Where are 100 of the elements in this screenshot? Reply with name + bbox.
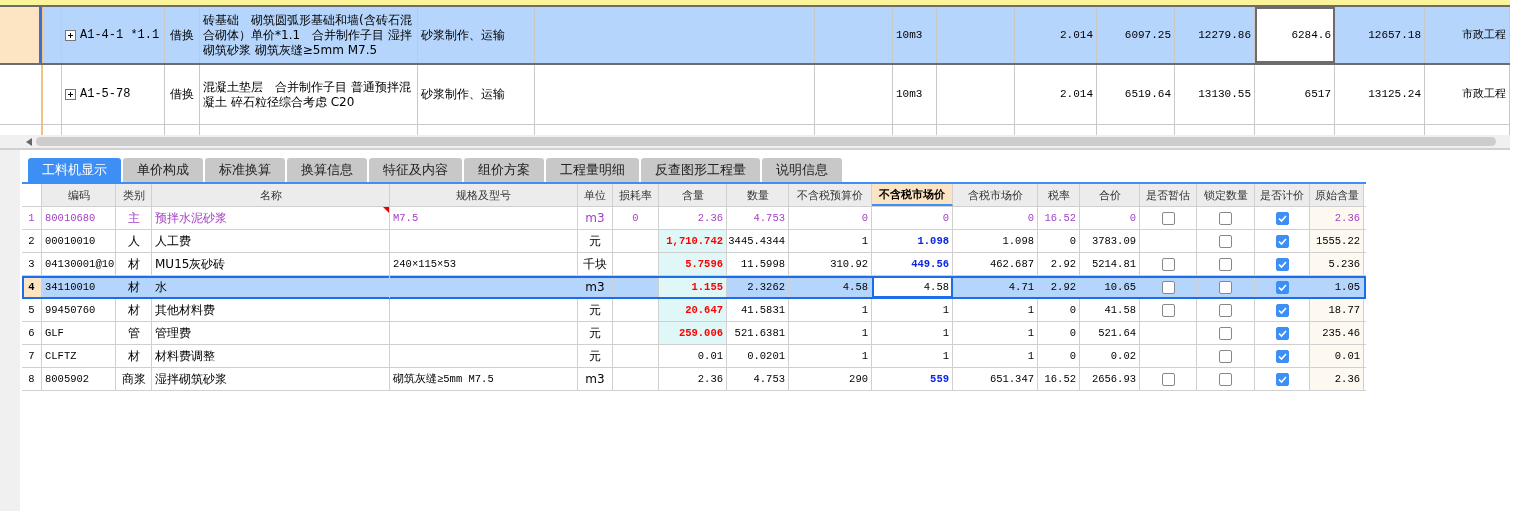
table-cell: 235.46 [1322,327,1360,339]
table-cell: 1 [861,304,868,316]
column-header[interactable]: 合价 [1080,184,1140,206]
table-cell: 449.56 [911,258,949,270]
table-cell: 10m3 [896,27,923,43]
checkbox[interactable] [1219,303,1232,317]
checkbox[interactable] [1161,211,1175,225]
column-header[interactable]: 不含税预算价 [789,184,872,206]
column-header[interactable]: 规格及型号 [390,184,578,206]
table-cell: 10m3 [896,87,923,102]
tab[interactable]: 标准换算 [205,158,285,182]
table-cell: 4.58 [842,281,868,293]
table-cell: 20.647 [685,304,723,316]
column-header[interactable]: 税率 [1038,184,1080,206]
table-cell: 材料费调整 [155,347,215,365]
checkbox[interactable] [1219,234,1232,248]
table-row[interactable]: 1 80010680 主 预拌水泥砂浆 M7.5 m3 0 2.36 4.753 0 0 0 16.52 0 2.36 [22,207,1366,230]
table-cell: 3445.4344 [728,235,785,247]
column-header[interactable]: 原始含量 [1310,184,1364,206]
table-cell: 462.687 [989,258,1034,270]
checkbox[interactable] [1219,326,1232,340]
column-header[interactable]: 是否暂估 [1140,184,1197,206]
checkbox[interactable] [1219,349,1232,363]
column-header[interactable]: 锁定数量 [1197,184,1255,206]
table-cell: 0 [1027,212,1034,224]
table-cell: m3 [585,280,605,294]
table-cell: 0 [861,212,868,224]
tab[interactable]: 工程量明细 [546,158,639,182]
checkbox[interactable] [1275,349,1289,363]
tab[interactable]: 单价构成 [123,158,203,182]
checkbox[interactable] [1161,372,1175,386]
checkbox[interactable] [1161,303,1175,317]
table-cell: 0 [1069,327,1076,339]
table-cell: 借换 [170,87,194,102]
column-header[interactable]: 编码 [42,184,116,206]
table-cell: 310.92 [830,258,868,270]
column-header[interactable]: 含税市场价 [953,184,1038,206]
table-cell: 80010680 [45,212,96,224]
checkbox[interactable] [1219,257,1232,271]
column-header[interactable]: 数量 [727,184,789,206]
table-cell: 1 [1027,304,1034,316]
column-header[interactable]: 单位 [578,184,613,206]
table-cell: 41.5831 [740,304,785,316]
table-cell: m3 [585,211,605,225]
tab[interactable]: 换算信息 [287,158,367,182]
checkbox[interactable] [1275,372,1289,386]
table-cell: 11.5998 [740,258,785,270]
expand-icon[interactable] [65,29,76,41]
table-cell: 1.155 [691,281,723,293]
column-header[interactable]: 不含税市场价 [872,184,953,206]
table-cell: 34110010 [45,281,96,293]
table-cell: 41.58 [1104,304,1136,316]
table-cell: 主 [127,209,140,227]
table-row[interactable]: 7 CLFTZ 材 材料费调整 元 0.01 0.0201 1 1 1 0 0.02 0.01 [22,345,1366,368]
table-cell: 2.92 [1050,281,1076,293]
checkbox[interactable] [1275,257,1289,271]
table-row[interactable]: 4 34110010 材 水 m3 1.155 2.3262 4.58 4.58 4.71 2.92 10.65 1.05 [22,276,1366,299]
table-cell: 6097.25 [1124,27,1171,43]
table-row[interactable]: 6 GLF 管 管理费 元 259.006 521.6381 1 1 1 0 521.64 235.46 [22,322,1366,345]
checkbox[interactable] [1275,303,1289,317]
table-cell: 3783.09 [1091,235,1136,247]
table-row[interactable]: 2 00010010 人 人工费 元 1,710.742 3445.4344 1 1.098 1.098 0 3783.09 1555.22 [22,230,1366,253]
expand-icon[interactable] [65,89,76,100]
column-header[interactable]: 损耗率 [613,184,659,206]
table-row[interactable]: A1-4-1 *1.1 借换 砖基础 砌筑圆弧形基础和墙(含砖石混合砌体）单价*1.1 合并制作子目 湿拌砌筑砂浆 砌筑灰缝≥5mm M7.5 砂浆制作、运输 10m3 2.014 6097.25 12279.86 6284.6 12657.18 市政工程 [0,5,1510,65]
tab[interactable]: 反查图形工程量 [641,158,760,182]
table-cell: 2.92 [1050,258,1076,270]
checkbox[interactable] [1161,280,1175,294]
checkbox[interactable] [1275,211,1289,225]
checkbox[interactable] [1219,211,1232,225]
column-header[interactable]: 是否计价 [1255,184,1310,206]
table-cell-text: 混凝土垫层 合并制作子目 普通预拌混凝土 碎石粒径综合考虑 C20 [203,79,412,110]
table-row[interactable]: 8 8005902 商浆 湿拌砌筑砂浆 砌筑灰缝≥5mm M7.5 m3 2.36 4.753 290 559 651.347 16.52 2656.93 2.36 [22,368,1366,391]
checkbox[interactable] [1161,257,1175,271]
table-cell: 8005902 [45,373,90,385]
checkbox[interactable] [1275,234,1289,248]
table-cell: 5214.81 [1091,258,1136,270]
scroll-left-icon[interactable] [26,137,32,146]
tab[interactable]: 说明信息 [762,158,842,182]
tab[interactable]: 组价方案 [464,158,544,182]
checkbox[interactable] [1219,280,1232,294]
horizontal-scrollbar[interactable] [0,135,1510,150]
table-cell: 水 [155,278,167,296]
checkbox[interactable] [1219,372,1232,386]
column-header[interactable]: 类别 [116,184,152,206]
column-header[interactable]: 含量 [659,184,727,206]
table-cell: 商浆 [121,370,146,388]
table-cell: 13130.55 [1198,87,1251,102]
table-cell: 2.36 [1334,373,1360,385]
row-number: 4 [22,276,42,298]
table-row[interactable]: 5 99450760 材 其他材料费 元 20.647 41.5831 1 1 1 0 41.58 18.77 [22,299,1366,322]
table-cell: 1555.22 [1315,235,1360,247]
table-cell: 人工费 [155,232,191,250]
checkbox[interactable] [1275,280,1289,294]
column-header[interactable]: 名称 [152,184,390,206]
checkbox[interactable] [1275,326,1289,340]
table-cell: 人 [127,232,140,250]
table-cell: 0 [1069,235,1076,247]
tab[interactable]: 特征及内容 [369,158,462,182]
table-cell: 借换 [170,27,194,43]
